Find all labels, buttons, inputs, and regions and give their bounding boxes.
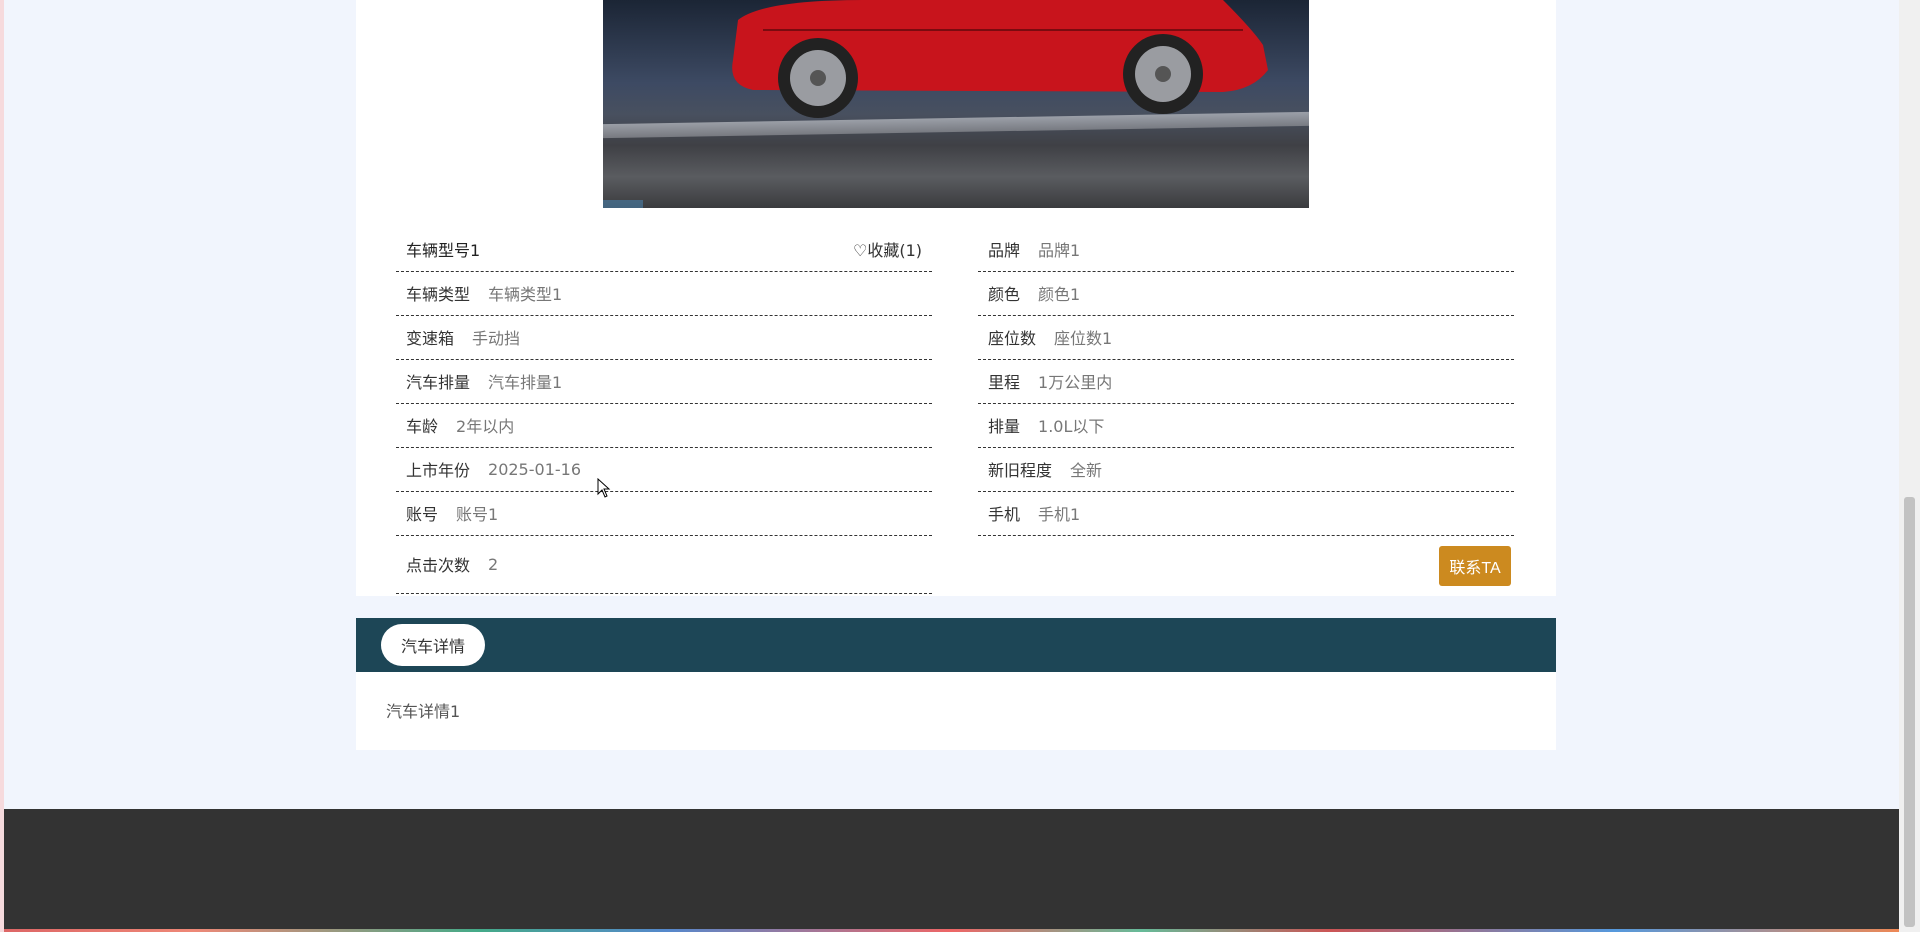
field-value: 1万公里内 (1038, 373, 1113, 392)
field-row-engine-size: 排量 1.0L以下 (978, 403, 1514, 448)
field-label: 变速箱 (406, 329, 455, 348)
field-row-gearbox: 变速箱 手动挡 (396, 315, 932, 360)
field-row-brand: 品牌 品牌1 (978, 227, 1514, 272)
field-label: 手机 (988, 505, 1021, 524)
field-label: 颜色 (988, 285, 1021, 304)
car-model-title: 车辆型号1 (406, 241, 481, 260)
field-label: 点击次数 (406, 556, 471, 575)
field-value: 1.0L以下 (1038, 417, 1105, 436)
field-value: 2年以内 (456, 417, 515, 436)
field-label: 新旧程度 (988, 461, 1053, 480)
field-value: 颜色1 (1038, 285, 1081, 304)
field-label: 车龄 (406, 417, 439, 436)
field-value: 2025-01-16 (488, 459, 581, 479)
mouse-cursor-icon (597, 478, 611, 498)
field-row-condition: 新旧程度 全新 (978, 447, 1514, 492)
field-value: 手动挡 (472, 329, 521, 348)
field-value: 账号1 (456, 505, 499, 524)
tab-car-details[interactable]: 汽车详情 (381, 624, 485, 666)
field-value: 2 (488, 554, 499, 574)
field-label: 账号 (406, 505, 439, 524)
field-label: 座位数 (988, 329, 1037, 348)
field-label: 汽车排量 (406, 373, 471, 392)
field-row-car-age: 车龄 2年以内 (396, 403, 932, 448)
field-value: 手机1 (1038, 505, 1081, 524)
detail-content: 汽车详情1 (356, 672, 1556, 750)
red-car-illustration (603, 0, 1268, 208)
field-value: 汽车排量1 (488, 373, 563, 392)
field-value: 品牌1 (1038, 241, 1081, 260)
field-row-phone: 手机 手机1 (978, 491, 1514, 536)
detail-tab-bar: 汽车详情 (356, 618, 1556, 672)
car-info-card: 车辆型号1 ♡收藏(1) 车辆类型 车辆类型1 变速箱 手动挡 汽车排量 汽车排… (356, 0, 1556, 596)
field-value: 座位数1 (1054, 329, 1113, 348)
page-content: 车辆型号1 ♡收藏(1) 车辆类型 车辆类型1 变速箱 手动挡 汽车排量 汽车排… (4, 0, 1899, 932)
field-row-vehicle-type: 车辆类型 车辆类型1 (396, 271, 932, 316)
field-value: 车辆类型1 (488, 285, 563, 304)
model-row: 车辆型号1 ♡收藏(1) (396, 227, 932, 272)
contact-button[interactable]: 联系TA (1439, 546, 1511, 586)
field-row-seats: 座位数 座位数1 (978, 315, 1514, 360)
field-label: 排量 (988, 417, 1021, 436)
vertical-scrollbar[interactable] (1899, 0, 1920, 932)
field-row-release-year: 上市年份 2025-01-16 (396, 447, 932, 492)
field-value: 全新 (1070, 461, 1103, 480)
detail-text: 汽车详情1 (386, 702, 461, 721)
field-row-click-count: 点击次数 2 (396, 535, 932, 594)
field-label: 品牌 (988, 241, 1021, 260)
field-row-mileage: 里程 1万公里内 (978, 359, 1514, 404)
field-row-color: 颜色 颜色1 (978, 271, 1514, 316)
favorite-button[interactable]: ♡收藏(1) (853, 227, 922, 271)
field-label: 里程 (988, 373, 1021, 392)
footer (4, 809, 1899, 929)
field-label: 车辆类型 (406, 285, 471, 304)
scrollbar-thumb[interactable] (1904, 497, 1915, 927)
field-label: 上市年份 (406, 461, 471, 480)
field-row-displacement: 汽车排量 汽车排量1 (396, 359, 932, 404)
car-image (603, 0, 1309, 208)
field-row-account: 账号 账号1 (396, 491, 932, 536)
